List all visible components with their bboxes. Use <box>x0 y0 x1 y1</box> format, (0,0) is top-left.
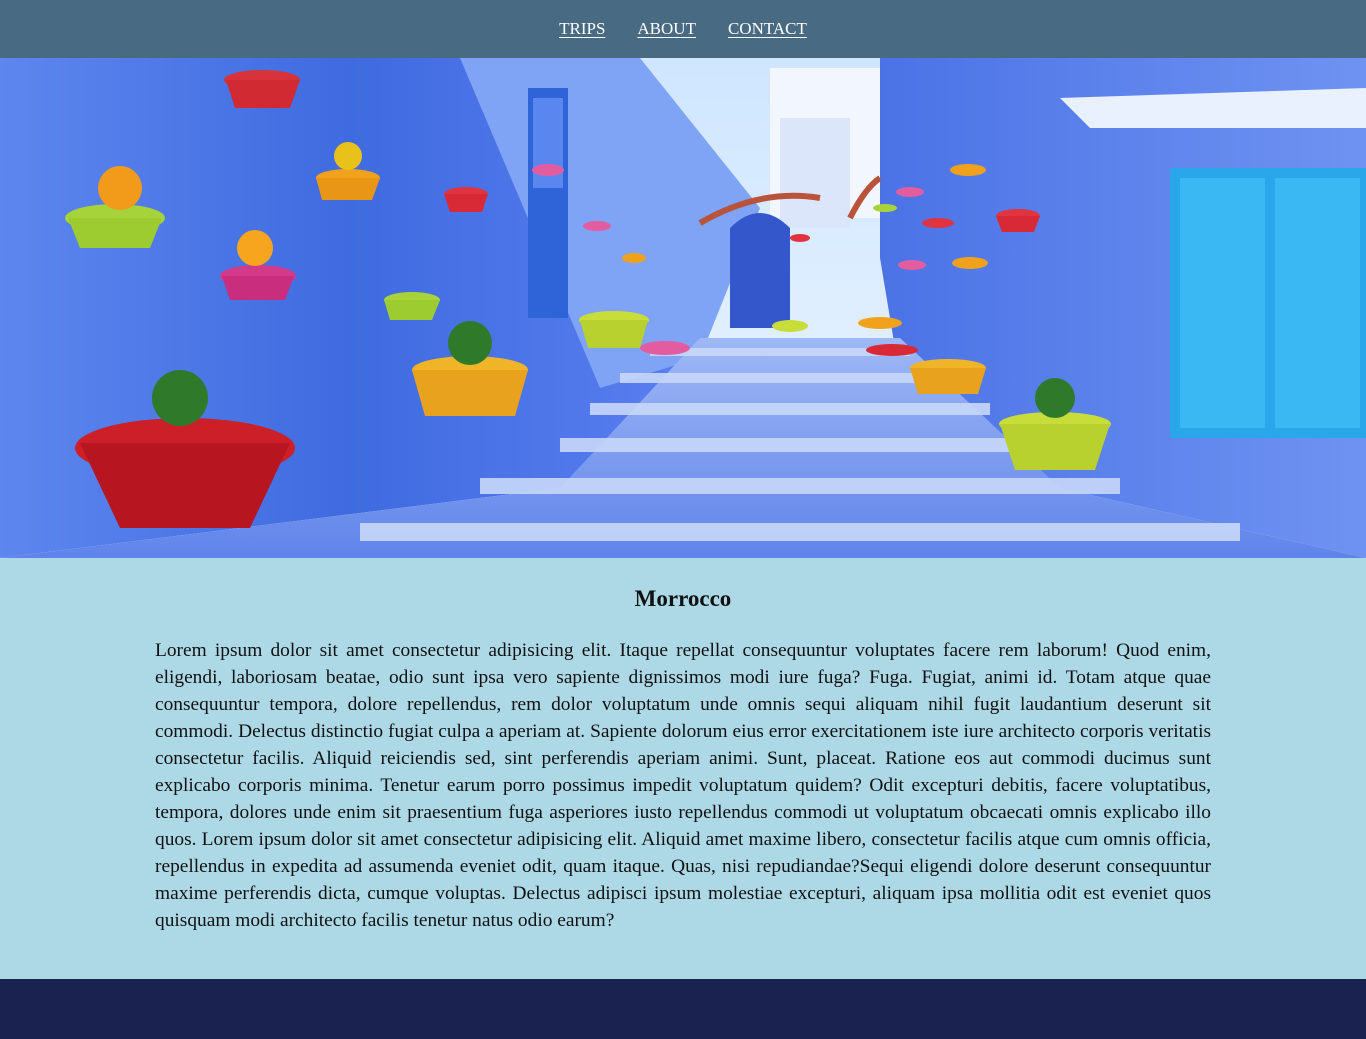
nav-link-trips[interactable]: TRIPS <box>559 19 605 39</box>
article-section: Morrocco Lorem ipsum dolor sit amet cons… <box>0 558 1366 979</box>
article-title: Morrocco <box>634 586 732 611</box>
hero-illustration <box>0 58 1366 558</box>
hero-image <box>0 58 1366 558</box>
page-footer <box>0 979 1366 1039</box>
article-body: Lorem ipsum dolor sit amet consectetur a… <box>155 640 1211 931</box>
top-navigation: TRIPS ABOUT CONTACT <box>0 0 1366 58</box>
nav-link-about[interactable]: ABOUT <box>637 19 696 39</box>
nav-link-contact[interactable]: CONTACT <box>728 19 807 39</box>
